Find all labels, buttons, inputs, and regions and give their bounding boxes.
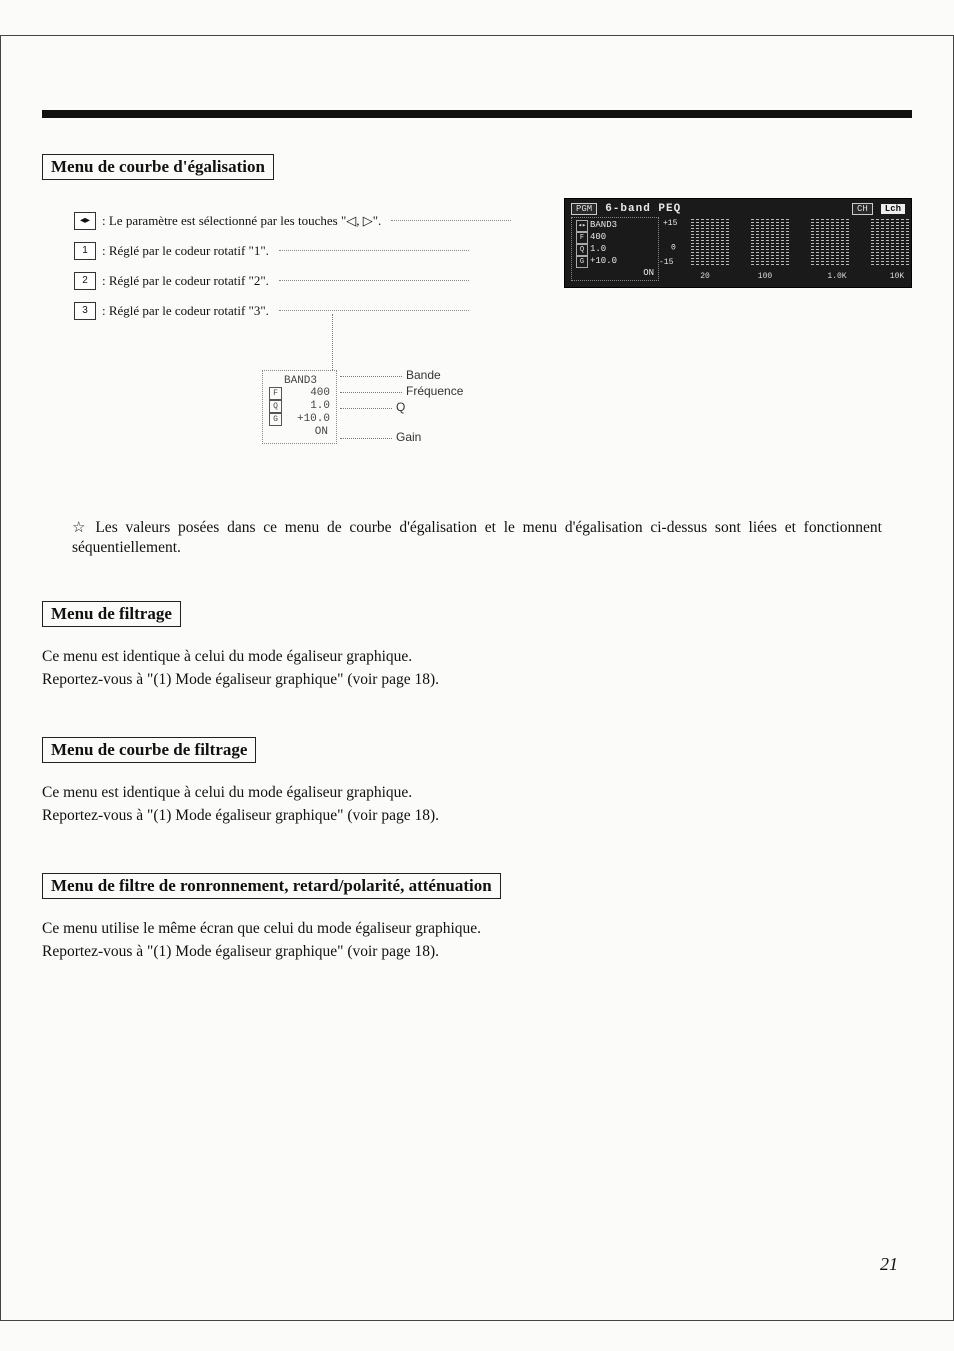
lcd-on: ON bbox=[643, 268, 654, 278]
legend-row-3: 3 : Réglé par le codeur rotatif "3". bbox=[74, 296, 556, 326]
callout-q: 1.0 bbox=[286, 400, 330, 413]
callout-on: ON bbox=[284, 426, 328, 439]
lcd-q: 1.0 bbox=[590, 244, 606, 254]
leader-line bbox=[391, 220, 511, 221]
lcd-gain: +10.0 bbox=[590, 256, 617, 266]
filter-curve-line2: Reportez-vous à "(1) Mode égaliseur grap… bbox=[42, 806, 912, 827]
param-key-g-icon: G bbox=[269, 413, 282, 426]
param-key-q-icon: Q bbox=[576, 244, 588, 256]
param-key-g-icon: G bbox=[576, 256, 588, 268]
label-gain: Gain bbox=[396, 430, 421, 444]
legend-text-2: : Réglé par le codeur rotatif "2". bbox=[102, 266, 269, 296]
y-zero-label: 0 bbox=[671, 244, 676, 253]
leader-line bbox=[340, 392, 402, 393]
arrows-key-icon: ◂▸ bbox=[74, 212, 96, 230]
param-key-arrows-icon: ◂▸ bbox=[576, 220, 588, 232]
hum-body-line1: Ce menu utilise le même écran que celui … bbox=[42, 919, 912, 940]
page-number: 21 bbox=[880, 1254, 898, 1275]
leader-line bbox=[332, 314, 333, 370]
lcd-band: BAND3 bbox=[590, 220, 617, 230]
document-page: Menu de courbe d'égalisation ◂▸ : Le par… bbox=[0, 0, 954, 1351]
param-key-q-icon: Q bbox=[269, 400, 282, 413]
leader-line bbox=[279, 310, 469, 311]
callout-band: BAND3 bbox=[284, 375, 317, 388]
eq-col-group bbox=[811, 219, 849, 267]
leader-line bbox=[340, 376, 402, 377]
lcd-body: ◂▸BAND3 F400 Q1.0 G+10.0 ON +15 0 -15 bbox=[571, 217, 905, 281]
note-text: Les valeurs posées dans ce menu de courb… bbox=[72, 519, 882, 557]
lcd-panel: PGM 6-band PEQ CH Lch ◂▸BAND3 F400 Q1.0 … bbox=[564, 198, 912, 288]
x-tick-20: 20 bbox=[700, 272, 710, 281]
label-bande: Bande bbox=[406, 368, 441, 382]
filter-body-line2: Reportez-vous à "(1) Mode égaliseur grap… bbox=[42, 670, 912, 691]
lcd-panel-container: PGM 6-band PEQ CH Lch ◂▸BAND3 F400 Q1.0 … bbox=[564, 198, 912, 288]
y-plus-label: +15 bbox=[663, 219, 677, 228]
legend-text-1: : Réglé par le codeur rotatif "1". bbox=[102, 236, 269, 266]
ch-badge: CH bbox=[852, 203, 873, 215]
eq-col-group bbox=[751, 219, 789, 267]
eq-curve-row: ◂▸ : Le paramètre est sélectionné par le… bbox=[42, 198, 912, 326]
legend-block: ◂▸ : Le paramètre est sélectionné par le… bbox=[74, 206, 556, 326]
x-tick-10k: 10K bbox=[890, 272, 904, 281]
x-tick-1k: 1.0K bbox=[827, 272, 846, 281]
label-frequence: Fréquence bbox=[406, 384, 463, 398]
filter-body-line1: Ce menu est identique à celui du mode ég… bbox=[42, 647, 912, 668]
hum-body-line2: Reportez-vous à "(1) Mode égaliseur grap… bbox=[42, 942, 912, 963]
section-title-filter-curve: Menu de courbe de filtrage bbox=[42, 737, 256, 763]
leader-line bbox=[279, 280, 469, 281]
linked-values-note: ☆Les valeurs posées dans ce menu de cour… bbox=[72, 518, 882, 560]
x-tick-100: 100 bbox=[758, 272, 772, 281]
legend-row-1: 1 : Réglé par le codeur rotatif "1". bbox=[74, 236, 556, 266]
star-icon: ☆ bbox=[72, 520, 89, 536]
key-3-icon: 3 bbox=[74, 302, 96, 320]
callout-param-box: BAND3 F 400 Q 1.0 G +10.0 ON bbox=[262, 370, 337, 444]
callout-freq: 400 bbox=[286, 387, 330, 400]
leader-line bbox=[279, 250, 469, 251]
label-q: Q bbox=[396, 400, 405, 414]
section-title-hum: Menu de filtre de ronronnement, retard/p… bbox=[42, 873, 501, 899]
lcd-graph: +15 0 -15 bbox=[665, 217, 905, 281]
lcd-freq: 400 bbox=[590, 232, 606, 242]
key-2-icon: 2 bbox=[74, 272, 96, 290]
filter-curve-line1: Ce menu est identique à celui du mode ég… bbox=[42, 783, 912, 804]
section-title-filter: Menu de filtrage bbox=[42, 601, 181, 627]
param-key-f-icon: F bbox=[269, 387, 282, 400]
leader-line bbox=[340, 408, 392, 409]
leader-line bbox=[340, 438, 392, 439]
legend-row-2: 2 : Réglé par le codeur rotatif "2". bbox=[74, 266, 556, 296]
eq-col-group bbox=[871, 219, 909, 267]
param-key-f-icon: F bbox=[576, 232, 588, 244]
legend-text-arrows: : Le paramètre est sélectionné par les t… bbox=[102, 206, 381, 236]
legend-text-3: : Réglé par le codeur rotatif "3". bbox=[102, 296, 269, 326]
eq-col-group bbox=[691, 219, 729, 267]
callout-gain: +10.0 bbox=[286, 413, 330, 426]
section-title-eq-curve: Menu de courbe d'égalisation bbox=[42, 154, 274, 180]
callout-diagram: BAND3 F 400 Q 1.0 G +10.0 ON Bande Fréquenc… bbox=[262, 352, 502, 462]
channel-badge: Lch bbox=[881, 204, 905, 214]
legend-row-arrows: ◂▸ : Le paramètre est sélectionné par le… bbox=[74, 206, 556, 236]
pgm-badge: PGM bbox=[571, 203, 597, 215]
key-1-icon: 1 bbox=[74, 242, 96, 260]
lcd-param-box: ◂▸BAND3 F400 Q1.0 G+10.0 ON bbox=[571, 217, 659, 281]
lcd-titlebar: PGM 6-band PEQ CH Lch bbox=[571, 203, 905, 215]
lcd-title: 6-band PEQ bbox=[605, 203, 681, 215]
top-rule bbox=[42, 110, 912, 118]
y-minus-label: -15 bbox=[659, 258, 673, 267]
